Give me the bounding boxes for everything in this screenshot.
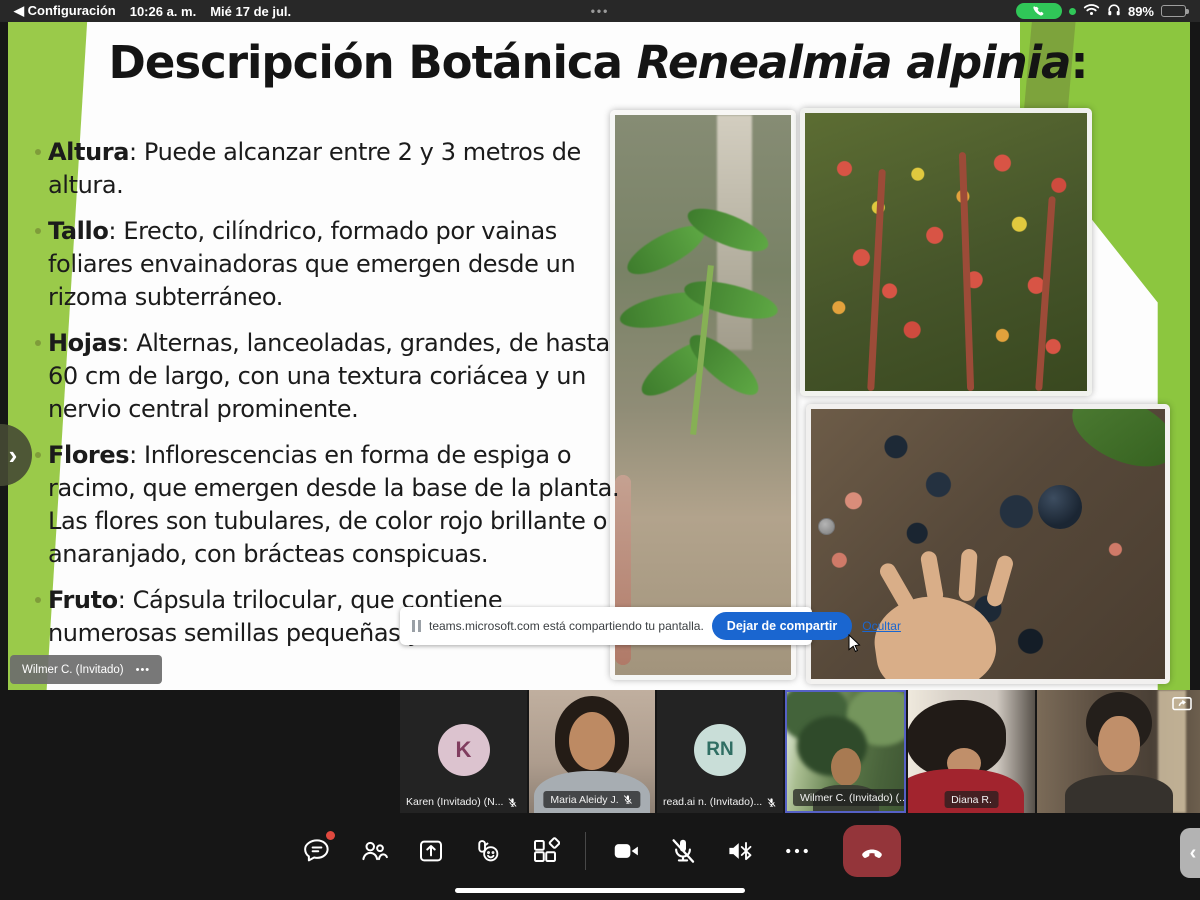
- battery-percent: 89%: [1128, 4, 1154, 19]
- home-indicator-bar[interactable]: [455, 888, 745, 893]
- reactions-button[interactable]: [471, 834, 505, 868]
- participant-video-strip: K Karen (Invitado) (N... Maria Aleidy J.…: [0, 690, 1200, 813]
- mic-muted-icon: [507, 797, 518, 808]
- bullet-flores: Flores: Inflorescencias en forma de espi…: [34, 439, 634, 571]
- pause-sharing-icon[interactable]: [412, 620, 421, 632]
- apps-button[interactable]: [528, 834, 562, 868]
- photo-leafy-plant: [610, 110, 796, 680]
- wifi-icon: [1083, 3, 1100, 19]
- presenter-more-options-icon[interactable]: •••: [136, 664, 151, 676]
- back-to-settings-button[interactable]: ◀ Configuración: [14, 3, 116, 19]
- bullet-hojas: Hojas: Alternas, lanceoladas, grandes, d…: [34, 327, 634, 426]
- avatar: K: [438, 724, 490, 776]
- bullet-dot: [35, 597, 41, 603]
- presenter-name: Wilmer C. (Invitado): [22, 664, 124, 676]
- participant-name: Maria Aleidy J.: [550, 794, 618, 806]
- call-controls-toolbar: [0, 820, 1200, 882]
- participant-tile-wilmer-active[interactable]: Wilmer C. (Invitado) (...: [785, 690, 906, 813]
- people-button[interactable]: [357, 834, 391, 868]
- screen-share-indicator-icon: [1171, 696, 1193, 719]
- shared-screen-slide: Descripción Botánica Renealmia alpinia: …: [8, 22, 1190, 690]
- headphones-icon: [1107, 3, 1121, 20]
- slide-bullet-list: Altura: Puede alcanzar entre 2 y 3 metro…: [34, 136, 634, 663]
- right-panel-handle[interactable]: ‹: [1180, 828, 1200, 878]
- chevron-left-icon: ‹: [1190, 842, 1197, 865]
- clock: 10:26 a. m.: [130, 4, 197, 19]
- bullet-tallo: Tallo: Erecto, cilíndrico, formado por v…: [34, 215, 634, 314]
- participant-name: Karen (Invitado) (N...: [406, 796, 503, 808]
- presenter-name-pill[interactable]: Wilmer C. (Invitado) •••: [10, 655, 162, 684]
- sharing-message: teams.microsoft.com está compartiendo tu…: [429, 619, 704, 633]
- species-name-italic: Renealmia alpinia: [637, 36, 1071, 89]
- participant-tile-diana[interactable]: Diana R.: [908, 690, 1035, 813]
- share-tray-button[interactable]: [414, 834, 448, 868]
- participant-name: Wilmer C. (Invitado) (...: [800, 792, 906, 804]
- toolbar-divider: [585, 832, 586, 870]
- more-options-button[interactable]: [780, 834, 814, 868]
- active-call-phone-icon[interactable]: [1016, 3, 1062, 19]
- bullet-altura: Altura: Puede alcanzar entre 2 y 3 metro…: [34, 136, 634, 202]
- hide-banner-link[interactable]: Ocultar: [862, 619, 901, 633]
- participant-name: read.ai n. (Invitado)...: [663, 796, 762, 808]
- chat-unread-badge: [326, 831, 335, 840]
- bullet-dot: [35, 149, 41, 155]
- camera-on-button[interactable]: [609, 834, 643, 868]
- slide-title: Descripción Botánica Renealmia alpinia:: [58, 36, 1138, 89]
- status-bar: ◀ Configuración 10:26 a. m. Mié 17 de ju…: [0, 0, 1200, 22]
- date: Mié 17 de jul.: [210, 4, 291, 19]
- microphone-in-use-dot: [1069, 8, 1076, 15]
- participant-tile-unnamed[interactable]: [1037, 690, 1200, 813]
- bullet-dot: [35, 228, 41, 234]
- mouse-cursor-icon: [848, 634, 862, 658]
- photo-inflorescences: [800, 108, 1092, 396]
- stop-sharing-button[interactable]: Dejar de compartir: [712, 612, 852, 640]
- participant-tile-karen[interactable]: K Karen (Invitado) (N...: [400, 690, 527, 813]
- participant-tile-readai[interactable]: RN read.ai n. (Invitado)...: [657, 690, 783, 813]
- speaker-bluetooth-button[interactable]: [723, 834, 757, 868]
- mic-muted-button[interactable]: [666, 834, 700, 868]
- bullet-dot: [35, 452, 41, 458]
- participant-name: Diana R.: [951, 794, 992, 806]
- mic-muted-icon: [766, 797, 777, 808]
- battery-icon: [1161, 5, 1186, 17]
- bullet-dot: [35, 340, 41, 346]
- annotation-pointer-dot[interactable]: [818, 518, 835, 535]
- chevron-right-icon: ›: [9, 440, 18, 471]
- chat-button[interactable]: [300, 834, 334, 868]
- multitask-dots-icon: •••: [591, 0, 610, 22]
- mic-muted-icon: [623, 794, 634, 805]
- hang-up-button[interactable]: [843, 825, 901, 877]
- avatar: RN: [694, 724, 746, 776]
- screen-sharing-banner: teams.microsoft.com está compartiendo tu…: [400, 607, 812, 645]
- participant-tile-maria[interactable]: Maria Aleidy J.: [529, 690, 655, 813]
